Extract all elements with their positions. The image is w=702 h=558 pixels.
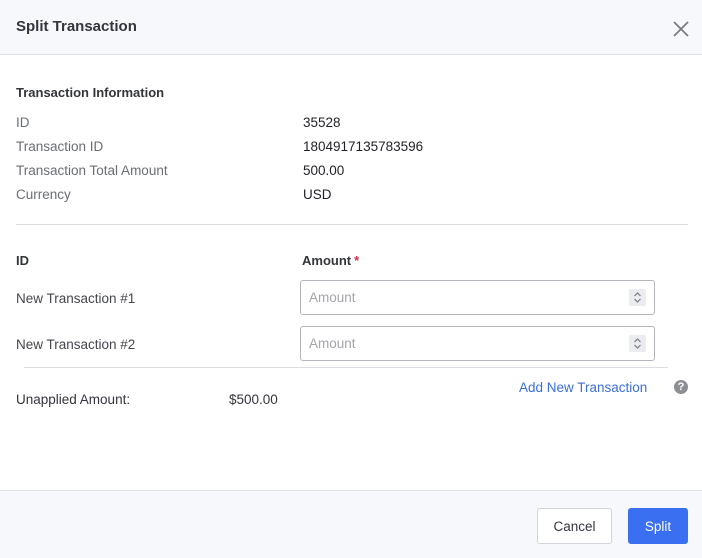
required-marker: * xyxy=(354,253,360,268)
unapplied-amount-label: Unapplied Amount: xyxy=(16,392,131,407)
info-label-currency: Currency xyxy=(16,187,71,202)
amount-input-1-wrapper xyxy=(300,280,655,315)
info-label-transaction-id: Transaction ID xyxy=(16,139,104,154)
dialog-header: Split Transaction xyxy=(0,0,702,55)
info-value-currency: USD xyxy=(303,187,332,202)
info-value-id: 35528 xyxy=(303,115,341,130)
amount-header-label: Amount xyxy=(302,253,352,268)
split-button[interactable]: Split xyxy=(628,508,688,544)
help-icon[interactable]: ? xyxy=(674,380,688,394)
amount-input-2-wrapper xyxy=(300,326,655,361)
split-row-label-2: New Transaction #2 xyxy=(16,337,136,352)
id-column-header: ID xyxy=(16,253,29,268)
cancel-button[interactable]: Cancel xyxy=(537,508,612,544)
close-button[interactable] xyxy=(668,16,694,42)
amount-stepper-2[interactable] xyxy=(629,335,646,352)
close-icon xyxy=(673,21,689,37)
rows-divider xyxy=(24,367,668,368)
stepper-arrows-icon xyxy=(634,292,641,303)
amount-input-1[interactable] xyxy=(301,281,621,314)
section-divider xyxy=(16,224,688,225)
dialog-footer: Cancel Split xyxy=(0,490,702,558)
info-value-total-amount: 500.00 xyxy=(303,163,345,178)
info-value-transaction-id: 1804917135783596 xyxy=(303,139,424,154)
dialog-title: Split Transaction xyxy=(16,18,137,35)
add-new-transaction-link[interactable]: Add New Transaction xyxy=(519,380,647,395)
split-transaction-dialog: Split Transaction Transaction Informatio… xyxy=(0,0,702,558)
amount-column-header: Amount * xyxy=(302,253,359,268)
split-row-label-1: New Transaction #1 xyxy=(16,291,136,306)
amount-input-2[interactable] xyxy=(301,327,621,360)
amount-stepper-1[interactable] xyxy=(629,289,646,306)
info-label-total-amount: Transaction Total Amount xyxy=(16,163,168,178)
info-label-id: ID xyxy=(16,115,30,130)
unapplied-amount-value: $500.00 xyxy=(229,392,278,407)
stepper-arrows-icon xyxy=(634,338,641,349)
transaction-info-title: Transaction Information xyxy=(16,85,165,100)
